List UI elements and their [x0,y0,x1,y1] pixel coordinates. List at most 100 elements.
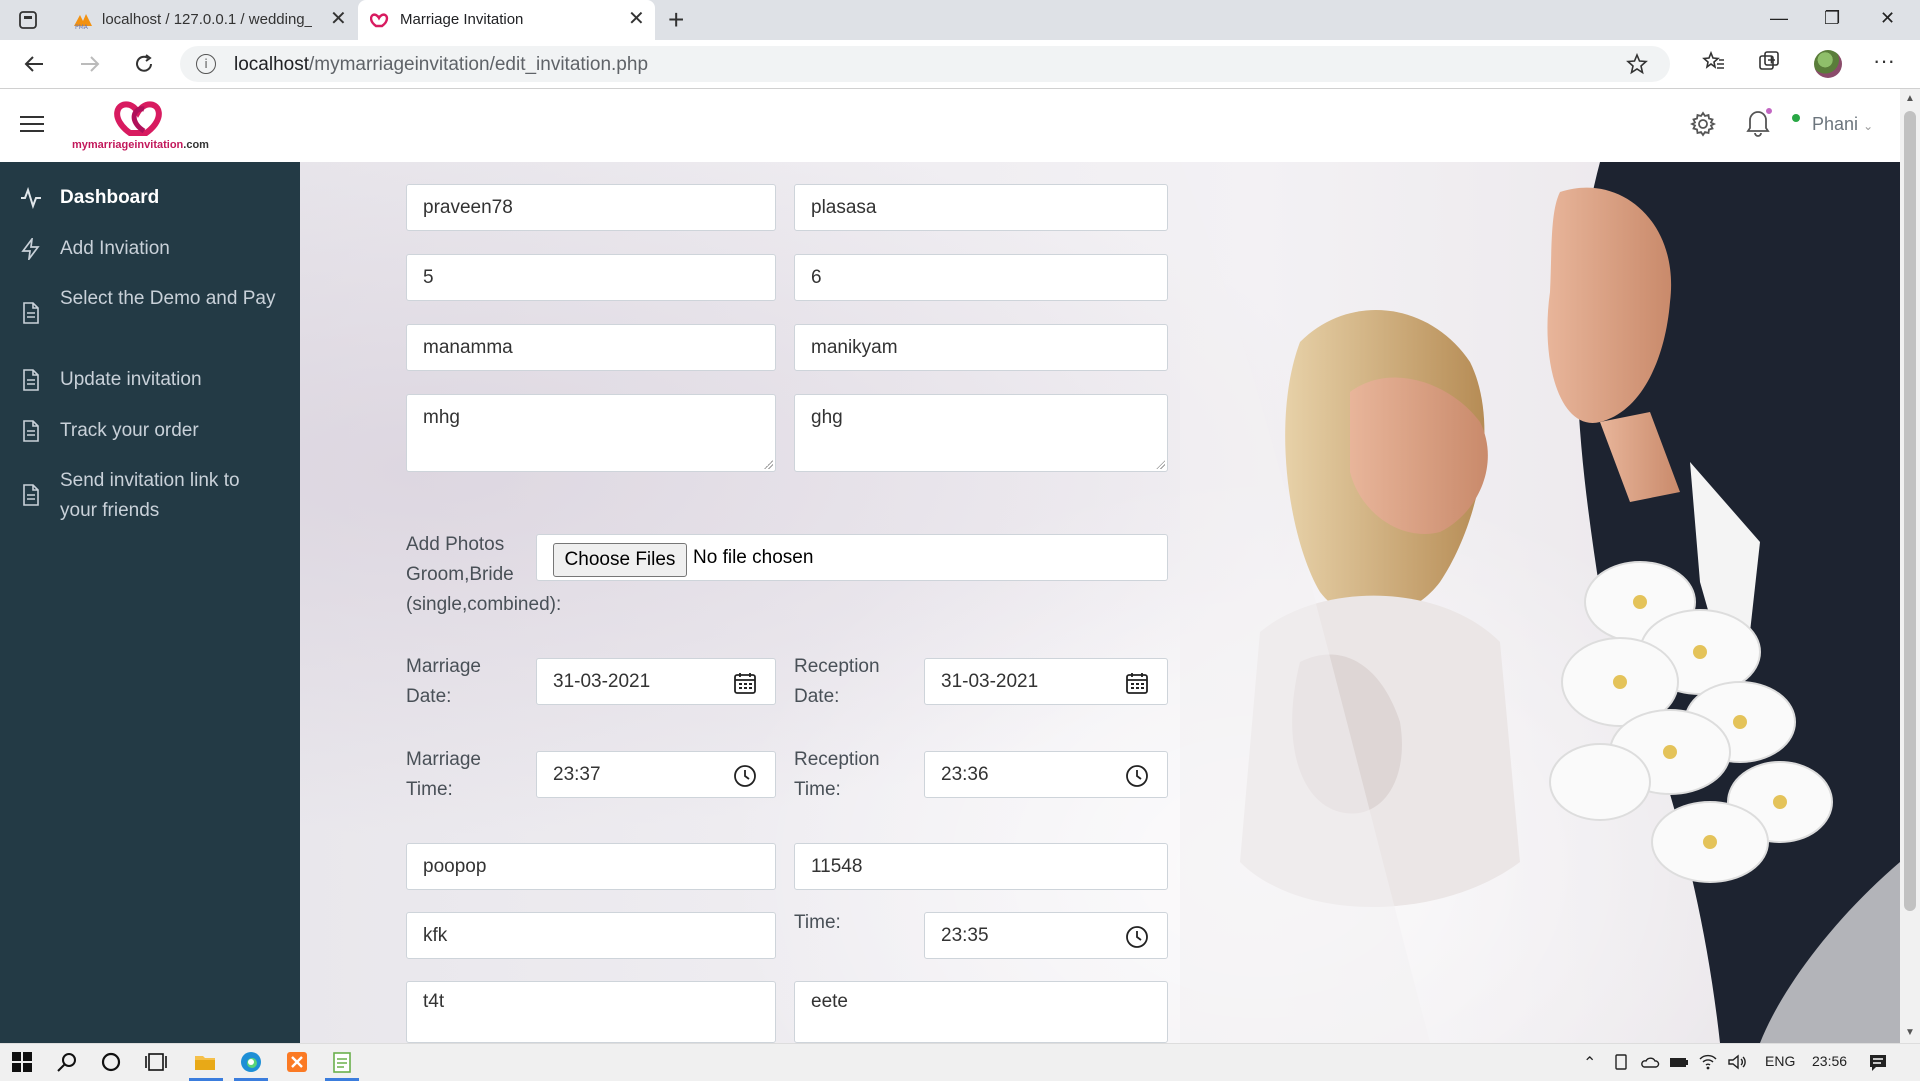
code-input[interactable]: 11548 [794,843,1168,890]
main-content: praveen78 plasasa 5 6 manamma manikyam m… [300,162,1900,1043]
bride-details-textarea[interactable]: ghg [794,394,1168,472]
sidebar-item-label: Update invitation [60,369,202,390]
device-icon[interactable] [1612,1053,1630,1071]
bride-field-input[interactable]: 6 [794,254,1168,301]
address-bar[interactable]: i localhost/mymarriageinvitation/edit_in… [180,46,1670,82]
heart-logo-icon [370,13,389,28]
forward-icon[interactable] [76,50,104,78]
reception-date-input[interactable]: 31-03-2021 [924,658,1168,705]
document-icon [23,369,39,391]
search-icon[interactable] [56,1051,78,1073]
restore-icon[interactable]: ❐ [1824,8,1840,29]
time-label: Time: [794,912,841,933]
language-indicator[interactable]: ENG [1765,1053,1795,1069]
sidebar-item-label: Select the Demo and Pay [60,288,276,309]
add-favorite-icon[interactable] [1626,53,1648,75]
calendar-icon[interactable] [1125,671,1149,695]
extra-right-input[interactable]: eete [794,981,1168,1043]
settings-gear-icon[interactable] [1690,111,1716,137]
bolt-icon [21,238,40,260]
groom-parent-input[interactable]: manamma [406,324,776,371]
battery-icon[interactable] [1669,1053,1689,1071]
sidebar-item-select-demo[interactable]: Select the Demo and Pay [20,284,290,344]
marriage-time-input[interactable]: 23:37 [536,751,776,798]
show-hidden-icons-icon[interactable]: ⌃ [1583,1053,1596,1073]
sidebar-item-label: Add Inviation [60,238,170,259]
close-tab-icon[interactable]: ✕ [628,9,645,29]
tab-title: localhost / 127.0.0.1 / wedding_i [102,11,312,28]
venue-input[interactable]: poopop [406,843,776,890]
tab-actions-icon[interactable] [18,10,38,30]
favorites-icon[interactable] [1702,50,1726,74]
user-menu[interactable]: Phani ⌄ [1812,114,1873,135]
reception-date-label: Reception Date: [794,656,880,707]
back-icon[interactable] [20,50,48,78]
tab-marriage-invitation[interactable]: Marriage Invitation ✕ [358,0,655,40]
chevron-down-icon: ⌄ [1863,119,1874,133]
sidebar-item-label: Dashboard [60,187,160,208]
notifications-center-icon[interactable] [1868,1053,1888,1073]
edge-browser-icon[interactable] [240,1051,262,1073]
resize-handle-icon[interactable] [764,460,773,469]
sidebar: Dashboard Add Inviation Select the Demo … [0,162,300,1043]
more-options-icon[interactable]: ··· [1873,48,1895,74]
calendar-icon[interactable] [733,671,757,695]
menu-toggle-icon[interactable] [20,116,44,134]
refresh-icon[interactable] [130,50,158,78]
groom-details-textarea[interactable]: mhg [406,394,776,472]
xampp-icon[interactable] [286,1051,308,1073]
pma-icon: PMA [74,14,92,30]
scrollbar-thumb[interactable] [1904,111,1916,911]
marriage-date-label: Marriage Date: [406,656,481,707]
page-scrollbar[interactable]: ▲ ▼ [1900,89,1920,1043]
task-view-icon[interactable] [145,1051,167,1073]
onedrive-icon[interactable] [1640,1053,1660,1071]
close-tab-icon[interactable]: ✕ [330,9,347,29]
wifi-icon[interactable] [1698,1053,1718,1071]
cortana-icon[interactable] [100,1051,122,1073]
notepad-plus-icon[interactable] [331,1051,353,1073]
new-tab-icon[interactable]: + [668,6,684,34]
clock-icon[interactable] [733,764,757,788]
scroll-down-icon[interactable]: ▼ [1905,1027,1915,1038]
choose-files-button[interactable]: Choose Files [553,543,687,577]
wedding-couple-photo [1180,162,1900,1043]
reception-time-input[interactable]: 23:36 [924,751,1168,798]
extra-left-input[interactable]: t4t [406,981,776,1043]
profile-avatar[interactable] [1814,50,1842,78]
browser-tab-bar: PMA localhost / 127.0.0.1 / wedding_i ✕ … [0,0,1920,40]
site-info-icon[interactable]: i [196,54,216,74]
windows-taskbar: ⌃ ENG 23:56 [0,1043,1920,1081]
scroll-up-icon[interactable]: ▲ [1905,93,1915,104]
url-text: localhost/mymarriageinvitation/edit_invi… [234,54,649,75]
event-name-input[interactable]: kfk [406,912,776,959]
photos-file-input[interactable]: Choose Files No file chosen [536,534,1168,581]
resize-handle-icon[interactable] [1156,460,1165,469]
event-time-input[interactable]: 23:35 [924,912,1168,959]
groom-name-input[interactable]: praveen78 [406,184,776,231]
close-window-icon[interactable]: ✕ [1880,8,1895,29]
tab-title: Marriage Invitation [400,11,524,28]
clock-icon[interactable] [1125,925,1149,949]
groom-field-input[interactable]: 5 [406,254,776,301]
logo-text: mymarriageinvitation.com [72,139,209,151]
bride-name-input[interactable]: plasasa [794,184,1168,231]
clock[interactable]: 23:56 [1812,1053,1847,1069]
bride-parent-input[interactable]: manikyam [794,324,1168,371]
windows-start-icon[interactable] [11,1051,33,1073]
file-explorer-icon[interactable] [194,1051,216,1073]
marriage-date-input[interactable]: 31-03-2021 [536,658,776,705]
tab-phpmyadmin[interactable]: PMA localhost / 127.0.0.1 / wedding_i ✕ [60,0,352,40]
clock-icon[interactable] [1125,764,1149,788]
sidebar-item-label: Send invitation link to your friends [60,470,240,521]
collections-icon[interactable] [1757,50,1781,74]
sidebar-item-send-link[interactable]: Send invitation link to your friends [20,466,290,526]
file-status: No file chosen [693,547,814,568]
document-icon [23,420,39,442]
notification-bell-icon[interactable] [1744,107,1772,137]
volume-icon[interactable] [1727,1053,1747,1071]
minimize-icon[interactable]: — [1770,8,1788,29]
document-icon [23,302,39,324]
site-logo[interactable]: mymarriageinvitation.com [72,99,222,155]
sidebar-item-label: Track your order [60,420,199,441]
